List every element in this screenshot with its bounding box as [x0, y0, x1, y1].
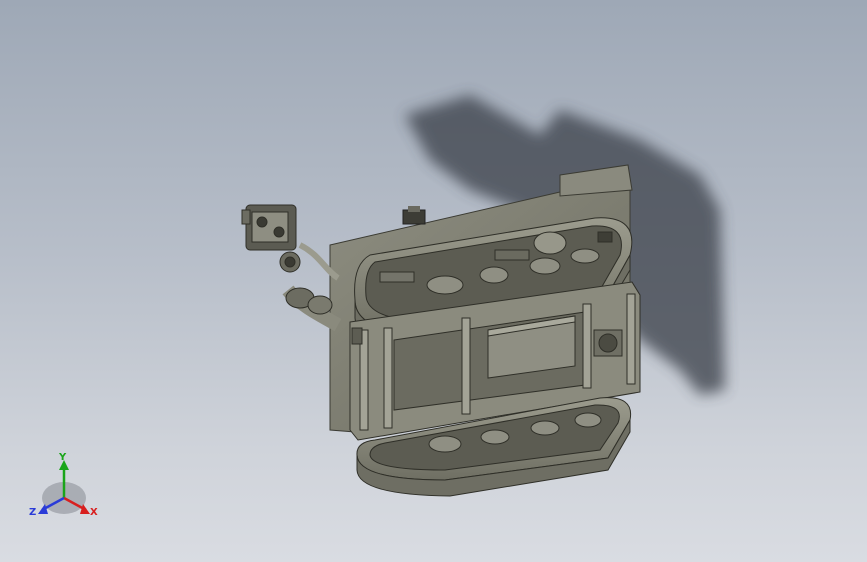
z-axis-label: Z	[29, 507, 36, 518]
y-axis-label: Y	[58, 452, 67, 463]
model-canvas[interactable]: Y Z X	[0, 0, 867, 562]
cad-viewport[interactable]: Y Z X	[0, 0, 867, 562]
orientation-triad[interactable]: Y Z X	[29, 452, 98, 518]
top-connector	[402, 206, 426, 225]
x-axis-label: X	[90, 507, 98, 518]
robotic-arm	[241, 204, 342, 332]
